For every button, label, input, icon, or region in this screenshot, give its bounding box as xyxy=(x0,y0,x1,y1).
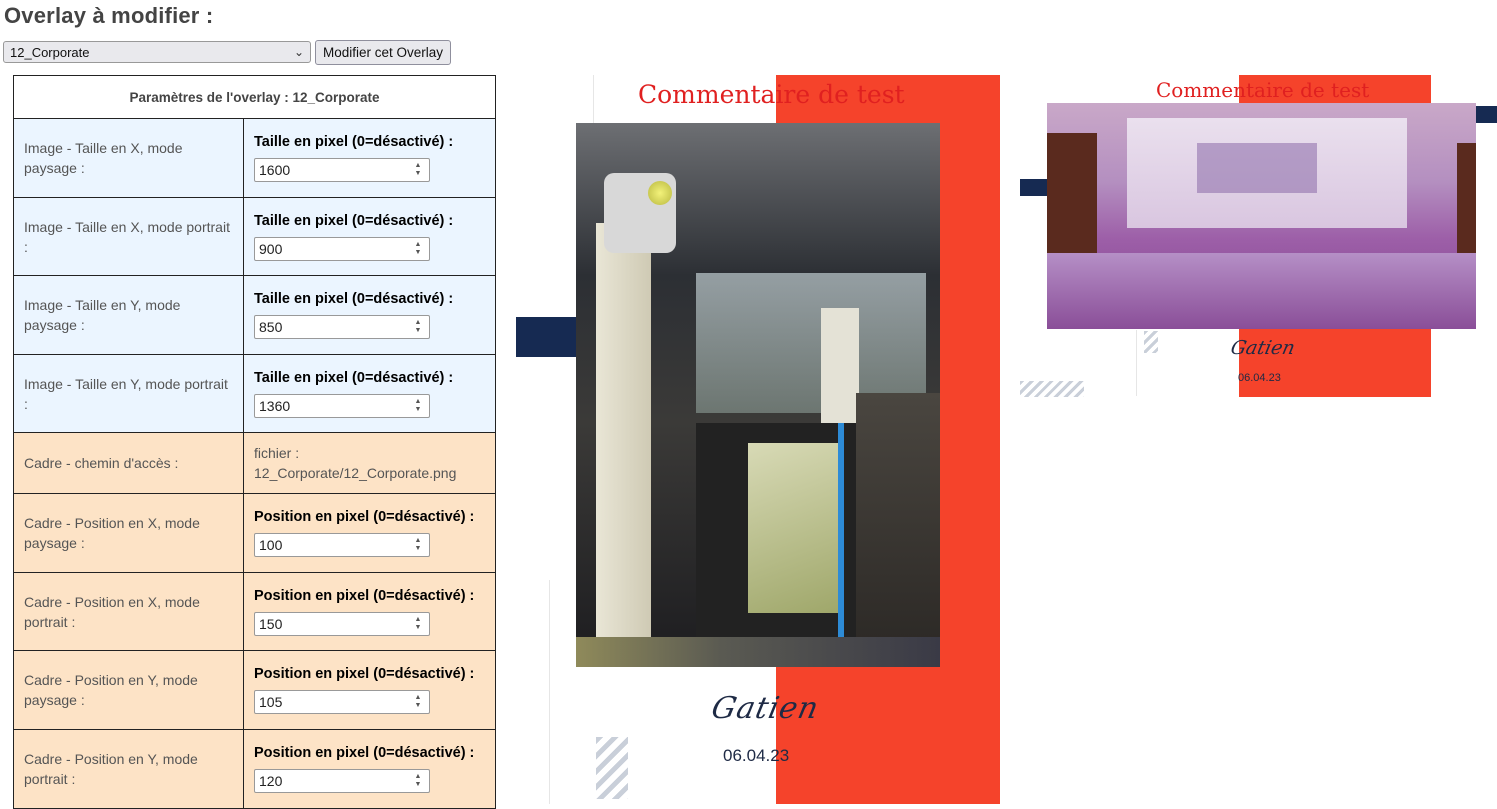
param-label: Image - Taille en Y, mode portrait : xyxy=(13,354,244,433)
size-x-portrait-input[interactable]: 900 ▲ ▼ xyxy=(254,236,430,261)
spinner-icon[interactable]: ▲ ▼ xyxy=(410,693,426,711)
spinner-icon[interactable]: ▲ ▼ xyxy=(410,772,426,790)
size-x-landscape-input[interactable]: 1600 ▲ ▼ xyxy=(254,158,430,182)
param-label: Cadre - Position en Y, mode portrait : xyxy=(13,729,244,809)
frame-file-prefix: fichier : xyxy=(254,445,300,461)
stripe-pattern xyxy=(1020,381,1084,397)
window-area xyxy=(696,273,926,413)
frame-file-path: 12_Corporate/12_Corporate.png xyxy=(254,465,457,481)
param-head: Position en pixel (0=désactivé) : xyxy=(254,587,475,604)
frame-y-portrait-input[interactable]: 120 ▲ ▼ xyxy=(254,769,430,793)
navy-bar xyxy=(516,317,578,357)
overlay-comment: Commentaire de test xyxy=(638,80,905,109)
overlay-select[interactable]: 12_Corporate ⌄ xyxy=(3,41,311,63)
spinner-icon[interactable]: ▲ ▼ xyxy=(410,318,426,336)
table-row: Cadre - Position en X, mode paysage : Po… xyxy=(13,493,496,573)
frame-x-landscape-input[interactable]: 100 ▲ ▼ xyxy=(254,533,430,557)
overlay-select-value: 12_Corporate xyxy=(10,44,90,60)
param-head: Taille en pixel (0=désactivé) : xyxy=(254,134,454,150)
size-y-landscape-input[interactable]: 850 ▲ ▼ xyxy=(254,315,430,339)
input-value: 120 xyxy=(259,773,283,789)
signature: Gatien xyxy=(708,691,823,726)
input-value: 850 xyxy=(259,319,283,335)
table-row: Cadre - Position en Y, mode paysage : Po… xyxy=(13,650,496,730)
preview-date: 06.04.23 xyxy=(723,746,790,765)
input-value: 150 xyxy=(259,615,283,632)
params-table-header: Paramètres de l'overlay : 12_Corporate xyxy=(13,75,496,119)
input-value: 100 xyxy=(259,537,283,553)
navy-bar xyxy=(1476,106,1497,123)
overlay-comment: Commentaire de test xyxy=(1156,78,1370,102)
navy-bar xyxy=(1020,179,1047,196)
modify-overlay-button[interactable]: Modifier cet Overlay xyxy=(315,40,451,65)
param-label: Cadre - Position en X, mode portrait : xyxy=(13,572,244,651)
wall-sign xyxy=(1197,143,1317,193)
thin-line xyxy=(1136,330,1137,396)
spinner-icon[interactable]: ▲ ▼ xyxy=(410,240,426,258)
portrait-preview: Commentaire de test Gatien 06.04.23 xyxy=(516,75,1000,804)
spinner-icon[interactable]: ▲ ▼ xyxy=(410,615,426,633)
stripe-pattern xyxy=(596,737,628,799)
table-row: Cadre - Position en X, mode portrait : P… xyxy=(13,572,496,651)
page-title: Overlay à modifier : xyxy=(4,3,214,28)
truss-column xyxy=(596,223,651,667)
preview-date: 06.04.23 xyxy=(1238,372,1281,384)
photo-bottom-blur xyxy=(576,637,940,667)
input-value: 105 xyxy=(259,694,283,710)
param-head: Taille en pixel (0=désactivé) : xyxy=(254,291,454,307)
param-head: Position en pixel (0=désactivé) : xyxy=(254,509,475,525)
param-label: Image - Taille en X, mode portrait : xyxy=(13,197,244,276)
spinner-icon[interactable]: ▲ ▼ xyxy=(410,536,426,554)
table-row: Image - Taille en Y, mode paysage : Tail… xyxy=(13,275,496,355)
param-head: Position en pixel (0=désactivé) : xyxy=(254,666,475,682)
overlay-params-table: Paramètres de l'overlay : 12_Corporate I… xyxy=(13,75,496,809)
param-head: Taille en pixel (0=désactivé) : xyxy=(254,212,454,229)
chevron-down-icon: ⌄ xyxy=(293,45,304,59)
table-row: Cadre - chemin d'accès : fichier : 12_Co… xyxy=(13,432,496,494)
led-strip xyxy=(838,423,844,638)
param-label: Cadre - chemin d'accès : xyxy=(13,432,244,494)
frame-y-landscape-input[interactable]: 105 ▲ ▼ xyxy=(254,690,430,714)
input-value: 900 xyxy=(259,240,283,257)
size-y-portrait-input[interactable]: 1360 ▲ ▼ xyxy=(254,393,430,418)
param-label: Image - Taille en Y, mode paysage : xyxy=(13,275,244,355)
landscape-preview: Commentaire de test Gatien 06.04.23 xyxy=(1020,75,1497,400)
thin-line xyxy=(549,580,550,804)
param-label: Image - Taille en X, mode paysage : xyxy=(13,118,244,198)
param-head: Taille en pixel (0=désactivé) : xyxy=(254,369,454,386)
param-label: Cadre - Position en X, mode paysage : xyxy=(13,493,244,573)
input-value: 1360 xyxy=(259,397,291,414)
signature: Gatien xyxy=(1228,337,1298,359)
table-row: Cadre - Position en Y, mode portrait : P… xyxy=(13,729,496,809)
spinner-icon[interactable]: ▲ ▼ xyxy=(410,161,426,179)
input-value: 1600 xyxy=(259,162,291,178)
table-row: Image - Taille en X, mode portrait : Tai… xyxy=(13,197,496,276)
portrait-photo xyxy=(576,123,940,667)
landscape-photo xyxy=(1047,103,1476,329)
floor xyxy=(856,393,940,667)
light-lens xyxy=(648,181,672,205)
table-area xyxy=(1047,253,1476,329)
frame-x-portrait-input[interactable]: 150 ▲ ▼ xyxy=(254,611,430,636)
spinner-icon[interactable]: ▲ ▼ xyxy=(410,397,426,415)
param-label: Cadre - Position en Y, mode paysage : xyxy=(13,650,244,730)
booth-screen xyxy=(748,443,840,613)
stripe-pattern xyxy=(1144,331,1158,353)
table-row: Image - Taille en Y, mode portrait : Tai… xyxy=(13,354,496,433)
param-head: Position en pixel (0=désactivé) : xyxy=(254,745,475,761)
table-row: Image - Taille en X, mode paysage : Tail… xyxy=(13,118,496,198)
